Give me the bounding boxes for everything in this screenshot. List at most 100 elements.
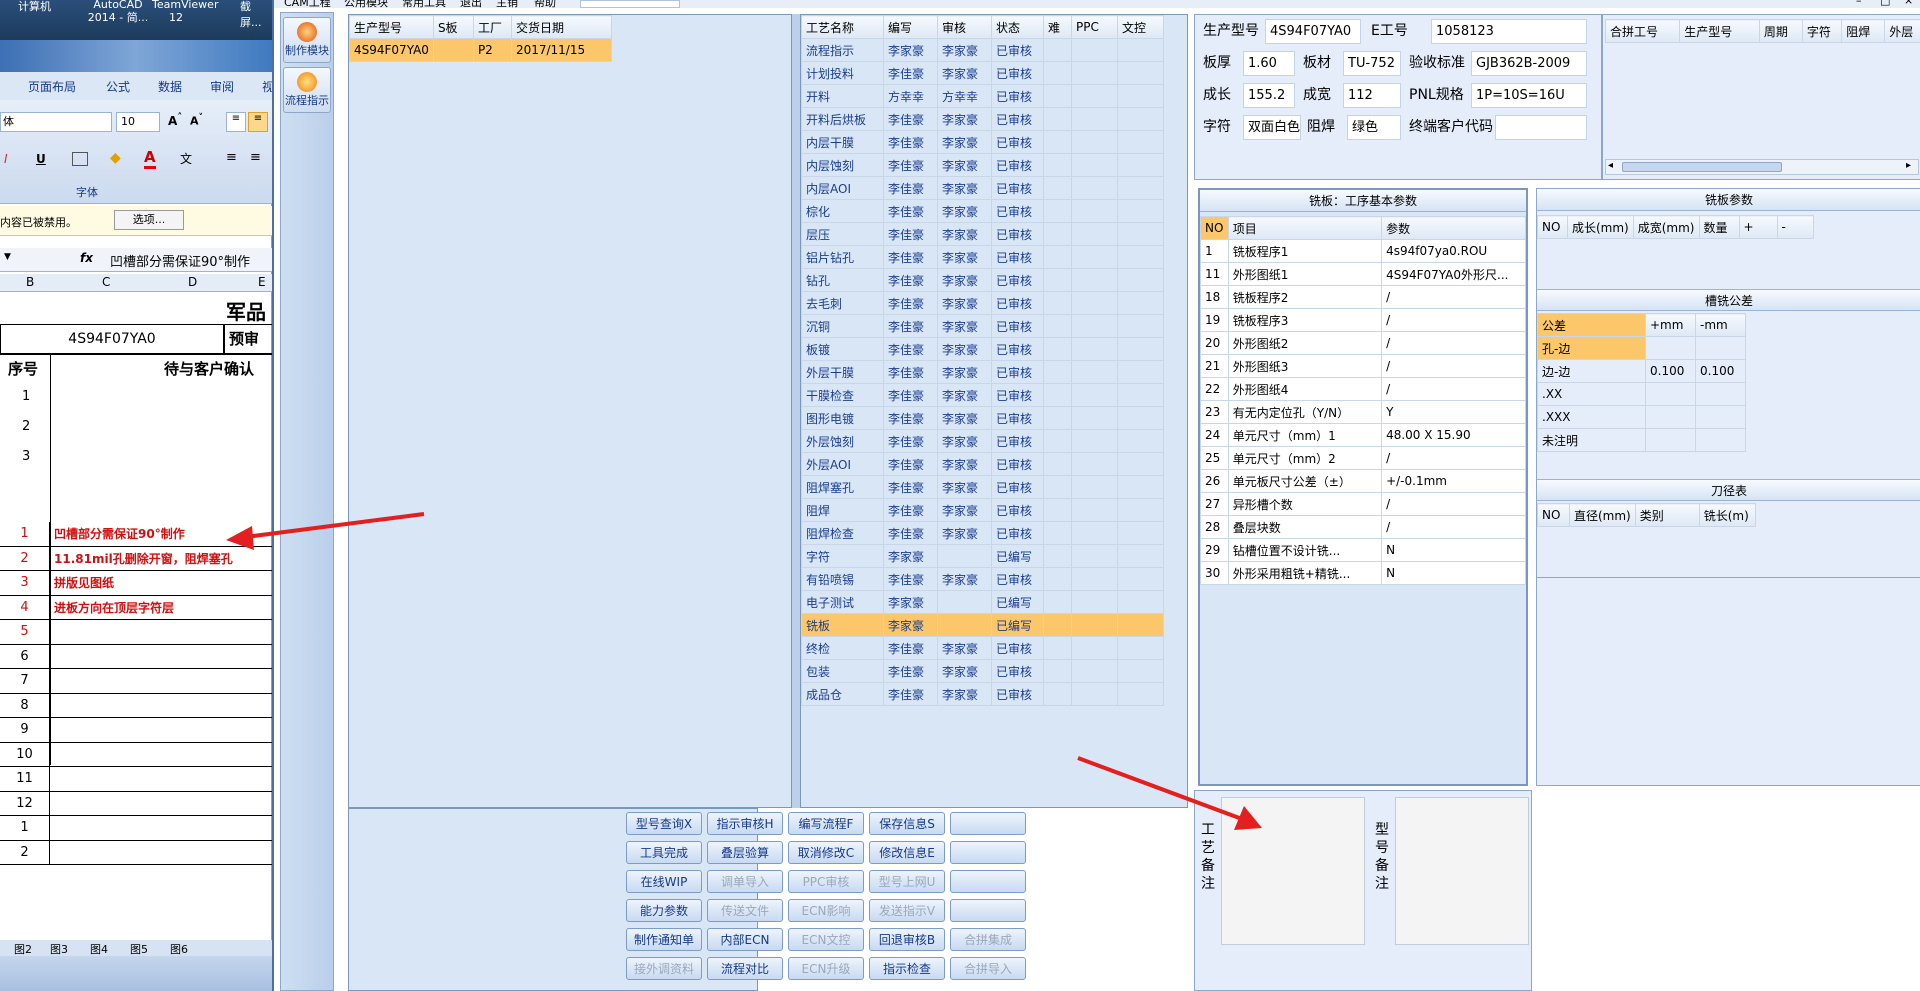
maximize-icon[interactable]: □	[1880, 0, 1890, 7]
column-label[interactable]: B	[26, 275, 34, 289]
process-row[interactable]: 图形电镀 李佳豪 李家豪 已审核	[801, 406, 1164, 430]
mill-row[interactable]: 1 铣板程序1 4s94f07ya0.ROU	[1200, 239, 1526, 263]
process-row[interactable]: 外层蚀刻 李佳豪 李家豪 已审核	[801, 429, 1164, 453]
process-row[interactable]: 包装 李佳豪 李家豪 已审核	[801, 659, 1164, 683]
action-button[interactable]: 工具完成	[626, 841, 702, 864]
action-button[interactable]: 型号上网U	[869, 870, 945, 893]
action-button[interactable]	[950, 870, 1026, 893]
process-row[interactable]: 电子测试 李家豪 已编写	[801, 590, 1164, 614]
ribbon-tab[interactable]: 公式	[106, 78, 130, 95]
font-size-box[interactable]: 10	[116, 112, 160, 132]
process-row[interactable]: 沉铜 李佳豪 李家豪 已审核	[801, 314, 1164, 338]
action-button[interactable]: 修改信息E	[869, 841, 945, 864]
process-row[interactable]: 流程指示 李家豪 李家豪 已审核	[801, 38, 1164, 62]
scroll-right-icon[interactable]: ▸	[1906, 160, 1911, 171]
menu-item[interactable]: 常用工具	[402, 0, 446, 8]
ribbon-tab[interactable]: 数据	[158, 78, 182, 95]
slot-tol-row[interactable]: 孔-边	[1537, 336, 1746, 360]
sheet-row[interactable]: 12	[0, 791, 272, 816]
process-row[interactable]: 开料后烘板 李佳豪 李家豪 已审核	[801, 107, 1164, 131]
action-button[interactable]: 编写流程F	[788, 812, 864, 835]
action-button[interactable]: 在线WIP	[626, 870, 702, 893]
action-button[interactable]: ECN文控	[788, 928, 864, 951]
taskbar-item[interactable]: TeamViewer 12	[152, 0, 218, 24]
sheet-row[interactable]: 2 11.81mil孔删除开窗，阻焊塞孔	[0, 546, 272, 571]
ribbon-tab[interactable]: 页面布局	[28, 78, 76, 95]
sheet-row[interactable]: 1	[0, 816, 272, 841]
process-row[interactable]: 内层蚀刻 李佳豪 李家豪 已审核	[801, 153, 1164, 177]
mill-row[interactable]: 21 外形图纸3/	[1200, 354, 1526, 378]
action-button[interactable]	[950, 899, 1026, 922]
column-label[interactable]: D	[188, 275, 197, 289]
pnl-field[interactable]: 1P=10S=16U	[1471, 83, 1587, 108]
process-row[interactable]: 终检 李佳豪 李家豪 已审核	[801, 636, 1164, 660]
sheet-row[interactable]: 8	[0, 693, 272, 718]
process-row[interactable]: 开料 方幸幸 方幸幸 已审核	[801, 84, 1164, 108]
part-number-cell[interactable]: 4S94F07YA0	[0, 324, 224, 354]
menu-search-box[interactable]	[580, 0, 680, 8]
sheet-row[interactable]: 1 凹槽部分需保证90°制作	[0, 522, 272, 547]
border-button[interactable]	[72, 152, 88, 166]
menu-item[interactable]: 退出	[460, 0, 482, 8]
table-header-row[interactable]: NO 项目 参数	[1200, 216, 1526, 240]
flow-button[interactable]: 流程指示	[283, 67, 331, 113]
slot-tol-row[interactable]: .XX	[1537, 382, 1746, 406]
fill-color-button[interactable]: ◆	[110, 150, 121, 166]
process-row[interactable]: 字符 李家豪 已编写	[801, 544, 1164, 568]
action-button[interactable]: 接外调资料	[626, 957, 702, 980]
options-button[interactable]: 选项...	[114, 210, 184, 230]
slot-tol-row[interactable]: 未注明	[1537, 428, 1746, 452]
underline-button[interactable]: U	[36, 152, 46, 166]
taskbar-item[interactable]: AutoCAD 2014 - 简...	[82, 0, 154, 24]
action-button[interactable]: 回退审核B	[869, 928, 945, 951]
std-field[interactable]: GJB362B-2009	[1471, 51, 1587, 76]
mill-row[interactable]: 11 外形图纸1 4S94F07YA0外形尺...	[1200, 262, 1526, 286]
action-button[interactable]: 调单导入	[707, 870, 783, 893]
table-header-row[interactable]: 公差 +mm -mm	[1537, 313, 1746, 337]
char-field[interactable]: 双面白色	[1243, 115, 1301, 140]
eno-field[interactable]: 1058123	[1431, 19, 1587, 44]
sheet-row[interactable]: 7	[0, 669, 272, 694]
sheet-row[interactable]: 4 进板方向在顶层字符层	[0, 595, 272, 620]
process-row[interactable]: 阻焊 李佳豪 李家豪 已审核	[801, 498, 1164, 522]
sheet-row[interactable]: 11	[0, 767, 272, 792]
table-header-row[interactable]: 生产型号 S板 工厂 交货日期	[349, 15, 612, 39]
process-row[interactable]: 干膜检查 李佳豪 李家豪 已审核	[801, 383, 1164, 407]
font-name-box[interactable]: 体	[0, 112, 112, 132]
sheet-tab[interactable]: 图4	[90, 941, 108, 957]
action-button[interactable]: 型号查询X	[626, 812, 702, 835]
wid-field[interactable]: 112	[1343, 83, 1401, 108]
formula-input[interactable]: 凹槽部分需保证90°制作	[110, 251, 250, 270]
fx-label[interactable]: fx	[80, 251, 93, 265]
action-button[interactable]: 取消修改C	[788, 841, 864, 864]
mill-row[interactable]: 28 叠层块数 /	[1200, 515, 1526, 539]
table-header-row[interactable]: NO 成长(mm) 成宽(mm) 数量 + -	[1537, 215, 1814, 239]
action-button[interactable]: 能力参数	[626, 899, 702, 922]
shrink-font-button[interactable]: A˅	[190, 112, 208, 132]
font-color-button[interactable]: A	[144, 148, 156, 169]
mill-row[interactable]: 19 铣板程序3/	[1200, 308, 1526, 332]
align-top-button[interactable]: ≡	[226, 112, 246, 132]
sheet-row[interactable]: 2	[0, 840, 272, 865]
action-button[interactable]: ECN影响	[788, 899, 864, 922]
taskbar-item[interactable]: 截屏...	[240, 0, 272, 30]
action-button[interactable]: 保存信息S	[869, 812, 945, 835]
process-notes-input[interactable]	[1221, 797, 1365, 945]
action-button[interactable]: 传送文件	[707, 899, 783, 922]
action-button[interactable]: 制作通知单	[626, 928, 702, 951]
column-label[interactable]: C	[102, 275, 110, 289]
action-button[interactable]: 内部ECN	[707, 928, 783, 951]
mill-row[interactable]: 30 外形采用粗铣+精铣... N	[1200, 561, 1526, 585]
sheet-row[interactable]: 9	[0, 718, 272, 743]
process-row[interactable]: 钻孔 李佳豪 李家豪 已审核	[801, 268, 1164, 292]
action-button[interactable]: 指示审核H	[707, 812, 783, 835]
scroll-left-icon[interactable]: ◂	[1608, 160, 1613, 171]
action-button[interactable]	[950, 841, 1026, 864]
italic-button[interactable]: I	[4, 152, 8, 166]
mill-row[interactable]: 23 有无内定位孔（Y/N） Y	[1200, 400, 1526, 424]
action-button[interactable]: PPC审核	[788, 870, 864, 893]
mill-row[interactable]: 27 异形槽个数 /	[1200, 492, 1526, 516]
table-header-row[interactable]: 合拼工号 生产型号 周期 字符 阻焊 外层	[1604, 19, 1920, 43]
table-header-row[interactable]: 工艺名称 编写 审核 状态难 PPC 文控	[801, 15, 1164, 39]
process-row[interactable]: 外层AOI 李佳豪 李家豪 已审核	[801, 452, 1164, 476]
